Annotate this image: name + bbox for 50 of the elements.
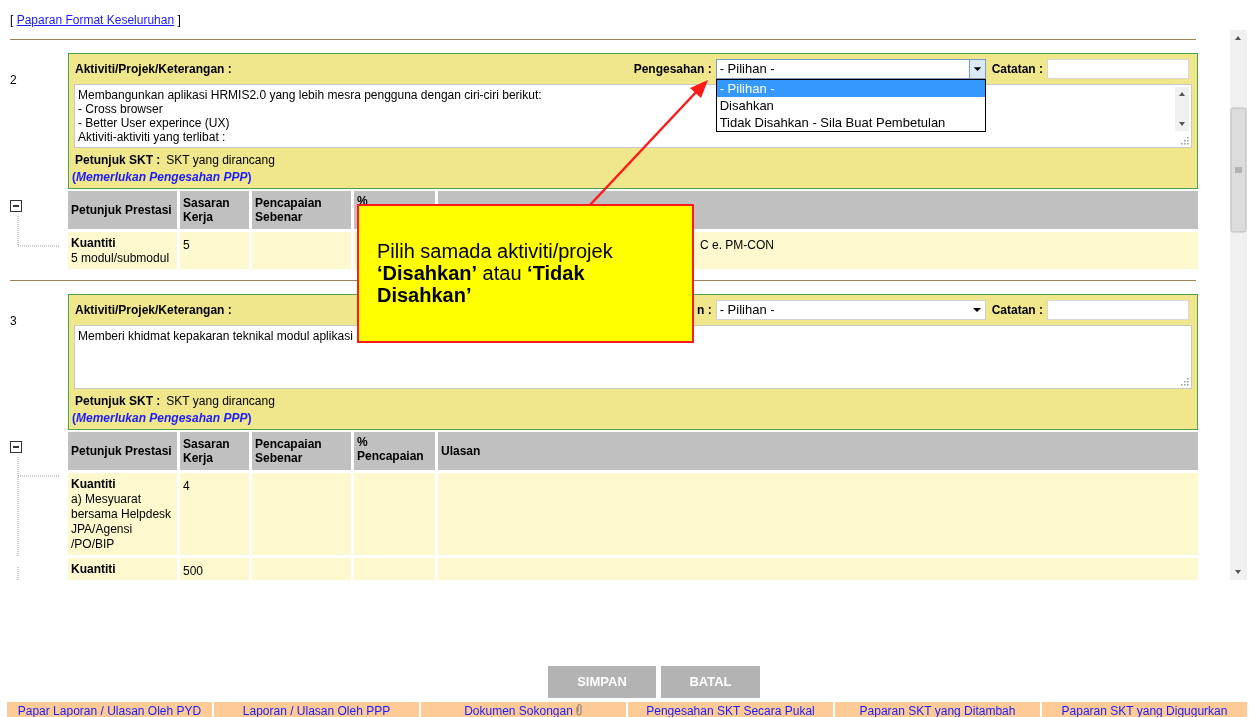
field-label: Aktiviti/Projek/Keterangan : bbox=[75, 302, 232, 319]
footer-tab[interactable]: Papar Laporan / Ulasan Oleh PYD bbox=[7, 702, 212, 717]
footer-tab[interactable]: Paparan SKT yang Ditambah bbox=[835, 702, 1040, 717]
approval-select[interactable]: - Pilihan - bbox=[715, 300, 986, 320]
dropdown-option[interactable]: - Pilihan - bbox=[716, 80, 985, 97]
bracket: ] bbox=[176, 13, 181, 27]
column-header: Petunjuk Prestasi bbox=[68, 432, 177, 470]
caret-icon bbox=[972, 308, 981, 312]
column-header: Pencapaian Sebenar bbox=[252, 432, 351, 470]
field-label: Petunjuk SKT : bbox=[75, 152, 161, 169]
field-label: Aktiviti/Projek/Keterangan : bbox=[75, 61, 232, 78]
column-header: Sasaran Kerja bbox=[180, 191, 249, 229]
table-cell: 5 bbox=[180, 232, 249, 269]
field-label: Pengesahan : bbox=[633, 61, 712, 78]
field-label: Catatan : bbox=[991, 61, 1043, 78]
column-header: % Pencapaian bbox=[354, 432, 435, 470]
field-label: Petunjuk SKT : bbox=[75, 393, 161, 410]
skt-value: SKT yang dirancang bbox=[166, 152, 275, 169]
overview-link[interactable]: Paparan Format Keseluruhan bbox=[16, 13, 175, 27]
column-header: Ulasan bbox=[438, 432, 1198, 470]
field-label: n : bbox=[697, 302, 712, 319]
footer-tab[interactable]: Pengesahan SKT Secara Pukal bbox=[628, 702, 833, 717]
approval-select[interactable]: - Pilihan - bbox=[715, 59, 986, 79]
description-field[interactable]: Memberi khidmat kepakaran teknikal modul aplikasi bbox=[74, 325, 1192, 389]
item-number: 3 bbox=[10, 314, 17, 328]
table-cell: Kuantiti bbox=[68, 558, 177, 580]
scrollbar-drawing bbox=[1175, 87, 1189, 131]
footer-tab[interactable]: Paparan SKT yang Digugurkan bbox=[1042, 702, 1247, 717]
column-header: Pencapaian Sebenar bbox=[252, 191, 351, 229]
item-number: 2 bbox=[10, 73, 17, 87]
notes-field[interactable] bbox=[1047, 300, 1189, 320]
skt-value: SKT yang dirancang bbox=[166, 393, 275, 410]
paperclip-icon bbox=[574, 704, 583, 716]
approval-note: (Memerlukan Pengesahan PPP) bbox=[72, 410, 252, 427]
footer-tab[interactable]: Laporan / Ulasan Oleh PPP bbox=[214, 702, 419, 717]
column-header: Sasaran Kerja bbox=[180, 432, 249, 470]
dropdown-option[interactable]: Disahkan bbox=[716, 97, 985, 114]
table-cell: Kuantiti 5 modul/submodul bbox=[68, 232, 177, 269]
footer-tab[interactable]: Dokumen Sokongan bbox=[421, 702, 626, 717]
table-cell: 500 bbox=[180, 558, 249, 580]
table-cell: 4 bbox=[180, 473, 249, 555]
approval-note: (Memerlukan Pengesahan PPP) bbox=[72, 169, 252, 186]
dropdown-option[interactable]: Tidak Disahkan - Sila Buat Pembetulan bbox=[716, 114, 985, 131]
field-label: Catatan : bbox=[991, 302, 1043, 319]
table-cell: Kuantiti a) Mesyuarat bersama Helpdesk JPA/Agensi /PO/BIP bbox=[68, 473, 177, 555]
bracket: [ bbox=[10, 13, 15, 27]
resize-grip-icon bbox=[1181, 137, 1189, 145]
notes-field[interactable] bbox=[1047, 59, 1189, 79]
column-header: Petunjuk Prestasi bbox=[68, 191, 177, 229]
resize-grip-icon bbox=[1181, 378, 1189, 386]
